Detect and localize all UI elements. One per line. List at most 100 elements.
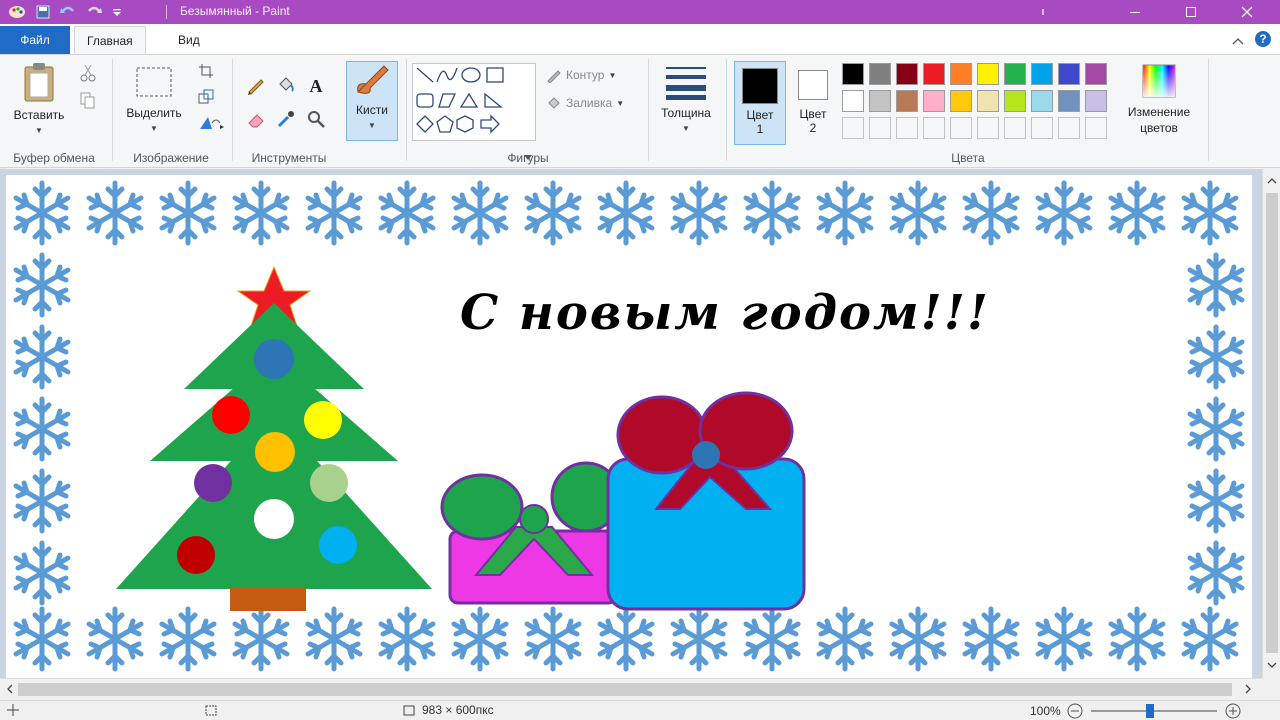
save-icon[interactable] xyxy=(36,5,50,19)
fill-bucket-small-icon xyxy=(548,97,560,109)
selection-size xyxy=(204,703,218,717)
fill-bucket-icon[interactable] xyxy=(276,75,296,95)
scroll-right-icon[interactable] xyxy=(1240,679,1256,699)
shapes-gallery[interactable] xyxy=(412,63,536,141)
snowflake xyxy=(527,609,579,669)
snowflake xyxy=(965,609,1017,669)
snowflake xyxy=(1190,543,1242,603)
snowflake xyxy=(1184,183,1236,243)
right-triangle-shape-icon xyxy=(484,92,503,108)
snowflake xyxy=(600,183,652,243)
snowflake xyxy=(819,609,871,669)
scroll-up-icon[interactable] xyxy=(1263,173,1280,189)
ribbon-separator xyxy=(406,59,407,161)
cut-icon[interactable] xyxy=(78,63,98,83)
text-tool-icon[interactable]: A xyxy=(306,75,326,95)
snowflake xyxy=(965,183,1017,243)
zoom-value: 100% xyxy=(1030,704,1061,718)
horizontal-scroll-thumb[interactable] xyxy=(18,683,1232,696)
ribbon-separator xyxy=(112,59,113,161)
polygon-shape-icon xyxy=(438,93,457,108)
collapse-ribbon-icon[interactable] xyxy=(1232,34,1244,48)
redo-icon[interactable] xyxy=(86,5,102,19)
magnifier-icon[interactable] xyxy=(306,109,326,129)
diamond-shape-icon xyxy=(416,115,434,133)
tree-trunk xyxy=(230,587,306,611)
paste-dropdown-icon[interactable]: ▼ xyxy=(35,126,43,135)
triangle-shape-icon xyxy=(459,92,479,108)
tab-view[interactable]: Вид xyxy=(166,26,212,54)
zoom-slider[interactable] xyxy=(1089,703,1219,719)
zoom-in-icon[interactable] xyxy=(1225,703,1241,719)
help-icon[interactable]: ? xyxy=(1254,30,1272,51)
ornament xyxy=(255,432,295,472)
snowflake xyxy=(892,183,944,243)
select-dropdown-icon[interactable]: ▼ xyxy=(150,124,158,133)
snowflake xyxy=(527,183,579,243)
snowflake xyxy=(16,183,68,243)
paste-button[interactable]: Вставить ▼ xyxy=(6,61,72,136)
thickness-button[interactable]: Толщина ▼ xyxy=(654,65,718,134)
snowflake xyxy=(673,609,725,669)
image-group: Выделить ▼ Изображение xyxy=(114,55,228,167)
snowflake xyxy=(746,609,798,669)
snowflake xyxy=(235,183,287,243)
selection-size-icon xyxy=(205,705,217,716)
snowflake xyxy=(1190,327,1242,387)
tab-file[interactable]: Файл xyxy=(0,26,70,54)
snowflake xyxy=(1038,183,1090,243)
minimize-button[interactable] xyxy=(1112,0,1158,24)
outline-label: Контур xyxy=(566,68,605,82)
paste-label: Вставить xyxy=(13,108,65,122)
horizontal-scrollbar[interactable] xyxy=(0,678,1262,700)
brushes-button[interactable]: Кисти ▼ xyxy=(346,61,398,141)
snowflake xyxy=(1111,183,1163,243)
snowflake xyxy=(16,327,68,387)
scroll-left-icon[interactable] xyxy=(2,679,18,699)
pink-gift-box xyxy=(448,529,618,605)
brushes-dropdown-icon[interactable]: ▼ xyxy=(368,121,376,130)
title-separator xyxy=(166,5,167,19)
close-button[interactable] xyxy=(1224,0,1270,24)
select-button[interactable]: Выделить ▼ xyxy=(118,65,190,134)
clipboard-group: Вставить ▼ Буфер обмена xyxy=(0,55,108,167)
snowflake xyxy=(1190,255,1242,315)
snowflake xyxy=(673,183,725,243)
customize-toolbar-icon[interactable] xyxy=(112,7,122,17)
ribbon-separator xyxy=(726,59,727,161)
fill-dropdown[interactable]: Заливка ▼ xyxy=(546,95,624,111)
thickness-dropdown-icon[interactable]: ▼ xyxy=(682,124,690,133)
vertical-scroll-thumb[interactable] xyxy=(1266,193,1278,653)
christmas-tree xyxy=(116,265,432,611)
snowflake xyxy=(600,609,652,669)
tab-home[interactable]: Главная xyxy=(74,26,146,54)
copy-icon[interactable] xyxy=(78,91,98,111)
drawing-canvas[interactable]: С новым годом!!! xyxy=(6,175,1252,678)
resize-icon[interactable] xyxy=(196,87,216,107)
image-size-icon xyxy=(403,705,415,716)
eraser-icon[interactable] xyxy=(246,109,266,129)
crop-icon[interactable] xyxy=(196,61,216,81)
zoom-out-icon[interactable] xyxy=(1067,703,1083,719)
image-group-label: Изображение xyxy=(133,151,209,165)
snowflake xyxy=(89,183,141,243)
maximize-button[interactable] xyxy=(1168,0,1214,24)
curve-shape-icon xyxy=(436,67,458,83)
vertical-scrollbar[interactable] xyxy=(1262,169,1280,678)
shapes-scroll-icon[interactable] xyxy=(522,147,534,167)
outline-dropdown[interactable]: Контур ▼ xyxy=(546,67,616,83)
blue-gift-bow-left xyxy=(616,395,708,475)
rotate-icon[interactable] xyxy=(196,113,228,133)
scroll-down-icon[interactable] xyxy=(1263,657,1280,673)
paint-app-icon[interactable] xyxy=(8,4,26,20)
image-size: 983 × 600пкс xyxy=(402,703,494,717)
pencil-icon[interactable] xyxy=(246,75,266,95)
undo-icon[interactable] xyxy=(60,5,76,19)
cursor-position xyxy=(6,703,20,717)
snowflake xyxy=(162,183,214,243)
snowflake xyxy=(16,255,68,315)
color-picker-icon[interactable] xyxy=(276,109,296,129)
snowflake xyxy=(16,543,68,603)
snowflake xyxy=(16,609,68,669)
snowflake xyxy=(1190,471,1242,531)
